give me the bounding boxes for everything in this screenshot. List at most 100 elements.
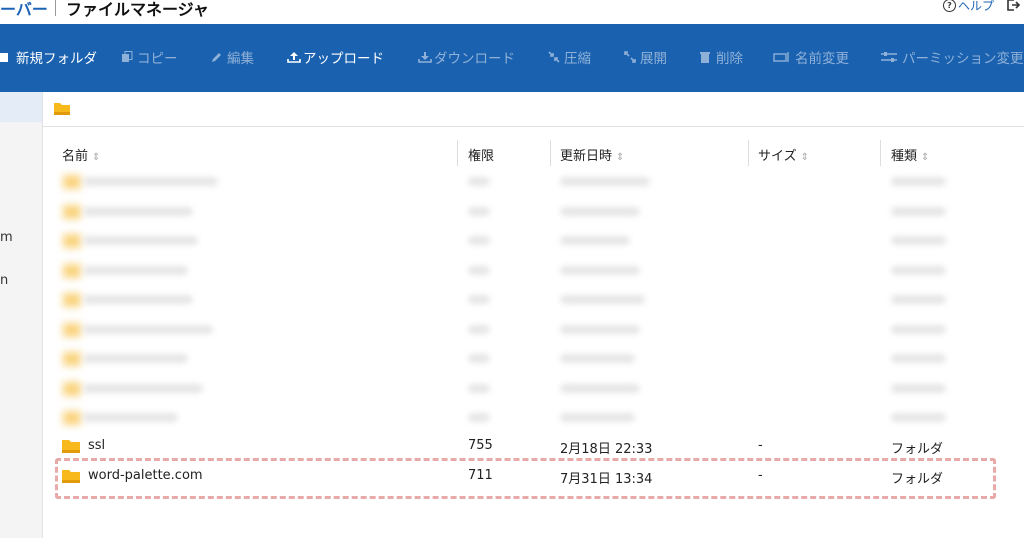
compress-label: 圧縮 <box>564 51 591 67</box>
edit-button[interactable]: 編集 <box>211 48 254 67</box>
pencil-icon <box>211 51 223 63</box>
permission-button[interactable]: パーミッション変更 <box>880 48 1024 67</box>
sort-icon: ⇕ <box>616 152 625 163</box>
new-folder-button[interactable]: 新規フォルダ <box>0 48 97 67</box>
logout-icon[interactable] <box>1006 0 1020 12</box>
edit-label: 編集 <box>227 51 254 67</box>
rename-label: 名前変更 <box>795 51 849 67</box>
blurred-permission <box>468 383 490 393</box>
blurred-permission <box>468 265 490 275</box>
blurred-date <box>560 236 630 245</box>
blurred-permission <box>468 324 490 334</box>
blurred-permission <box>468 295 490 304</box>
download-icon <box>418 51 432 63</box>
compress-button[interactable]: 圧縮 <box>548 48 591 67</box>
file-name[interactable]: ssl <box>88 438 105 453</box>
sidebar: m n <box>0 92 43 538</box>
copy-button[interactable]: コピー <box>121 48 178 67</box>
redacted-row <box>43 225 1024 255</box>
title-bar: ーバー ファイルマネージャ ? ヘルプ <box>0 0 1024 24</box>
rename-icon <box>773 51 791 63</box>
help-link[interactable]: ? ヘルプ <box>942 0 994 14</box>
rename-button[interactable]: 名前変更 <box>773 48 849 67</box>
sort-icon: ⇕ <box>921 152 930 163</box>
permission-label: パーミッション変更 <box>902 51 1024 67</box>
blurred-date <box>560 383 640 393</box>
redacted-row <box>43 196 1024 226</box>
blurred-type <box>891 206 946 216</box>
column-header-size[interactable]: サイズ ⇕ <box>758 145 809 164</box>
file-permission: 755 <box>468 438 493 453</box>
blurred-name <box>83 206 193 216</box>
copy-label: コピー <box>137 51 178 67</box>
sidebar-item-fragment[interactable]: m <box>0 230 13 245</box>
blurred-date <box>560 265 640 275</box>
blurred-date <box>560 413 635 422</box>
redacted-row <box>43 166 1024 196</box>
blurred-folder-icon <box>63 263 81 278</box>
blurred-permission <box>468 206 490 216</box>
table-header: 名前 ⇕ 権限 更新日時 ⇕ サイズ ⇕ 種類 ⇕ <box>43 140 1024 168</box>
extract-label: 展開 <box>640 51 667 67</box>
sliders-icon <box>880 51 898 63</box>
highlight-box <box>55 458 996 499</box>
folder-icon[interactable] <box>54 101 70 115</box>
column-header-name[interactable]: 名前 ⇕ <box>62 145 100 164</box>
copy-icon <box>121 51 133 63</box>
upload-button[interactable]: アップロード <box>287 48 384 67</box>
extract-button[interactable]: 展開 <box>624 48 667 67</box>
column-header-type[interactable]: 種類 ⇕ <box>891 145 929 164</box>
redacted-row <box>43 373 1024 403</box>
download-label: ダウンロード <box>434 51 515 67</box>
blurred-folder-icon <box>63 322 81 337</box>
blurred-folder-icon <box>63 204 81 219</box>
upload-icon <box>287 51 301 63</box>
column-divider <box>550 140 551 166</box>
blurred-name <box>83 413 178 422</box>
blurred-folder-icon <box>63 381 81 396</box>
compress-icon <box>548 51 560 63</box>
brand-logo: ーバー <box>0 0 48 19</box>
blurred-type <box>891 265 946 275</box>
blurred-date <box>560 295 645 304</box>
delete-label: 削除 <box>716 51 743 67</box>
blurred-name <box>83 324 213 334</box>
blurred-date <box>560 354 635 363</box>
folder-icon <box>62 438 80 453</box>
blurred-folder-icon <box>63 293 81 307</box>
blurred-name <box>83 354 188 363</box>
table-row[interactable]: ssl 755 2月18日 22:33 - フォルダ <box>43 430 1024 460</box>
delete-button[interactable]: 削除 <box>700 48 743 67</box>
redacted-row <box>43 402 1024 432</box>
blurred-permission <box>468 354 490 363</box>
blurred-type <box>891 354 946 363</box>
blurred-folder-icon <box>63 411 81 425</box>
blurred-folder-icon <box>63 234 81 248</box>
redacted-row <box>43 284 1024 314</box>
sidebar-item-selected[interactable] <box>0 92 42 122</box>
toolbar: 新規フォルダ コピー 編集 アップロード ダウンロード 圧縮 展開 削除 名前変… <box>0 24 1024 92</box>
column-divider <box>457 140 458 166</box>
page-title: ファイルマネージャ <box>66 0 209 19</box>
file-size: - <box>758 438 763 453</box>
download-button[interactable]: ダウンロード <box>418 48 515 67</box>
sort-icon: ⇕ <box>800 152 810 163</box>
redacted-row <box>43 314 1024 344</box>
column-header-modified[interactable]: 更新日時 ⇕ <box>560 145 624 164</box>
redacted-row <box>43 255 1024 285</box>
blurred-date <box>560 324 640 334</box>
file-modified: 2月18日 22:33 <box>560 442 653 457</box>
new-folder-icon <box>0 51 12 63</box>
blurred-permission <box>468 236 490 245</box>
blurred-folder-icon <box>63 352 81 366</box>
blurred-name <box>83 383 203 393</box>
blurred-date <box>560 177 650 186</box>
sidebar-item-fragment[interactable]: n <box>0 273 8 288</box>
column-divider <box>748 140 749 166</box>
expand-icon <box>624 51 636 63</box>
blurred-type <box>891 295 946 304</box>
column-header-permission[interactable]: 権限 <box>468 145 494 164</box>
blurred-date <box>560 206 640 216</box>
blurred-type <box>891 383 946 393</box>
title-divider <box>55 0 56 16</box>
